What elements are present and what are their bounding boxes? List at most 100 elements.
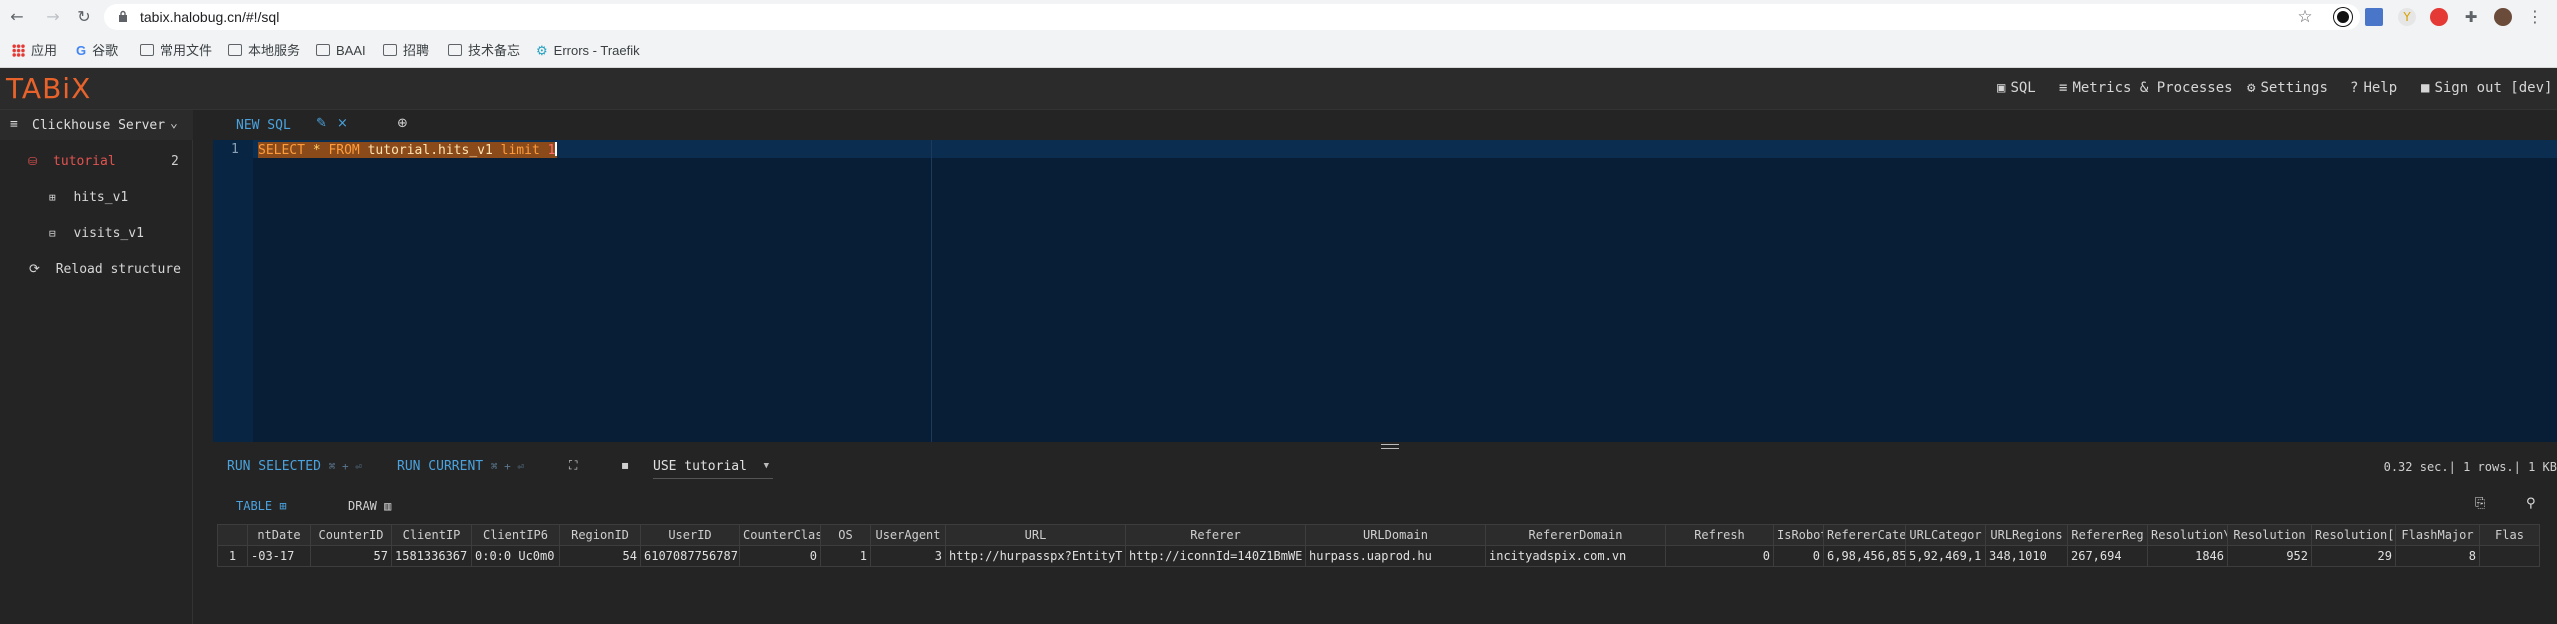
reload-structure[interactable]: ⟳ Reload structure <box>29 262 181 277</box>
table-row[interactable]: 1 -03-17 57 1581336367 0:0:0 Uc0m0 54 61070877… <box>217 545 2540 567</box>
active-line <box>253 140 2557 158</box>
database-select[interactable]: USE tutorial ▼ <box>653 455 773 479</box>
table-cell[interactable]: 54 <box>559 545 641 567</box>
back-icon[interactable]: ← <box>8 8 26 26</box>
pin-icon[interactable]: ⚲ <box>2526 496 2536 511</box>
column-header[interactable] <box>217 524 248 546</box>
column-header[interactable]: Refresh <box>1665 524 1774 546</box>
collapsing-table-icon: ⊟ <box>49 227 56 240</box>
table-cell[interactable]: http://hurpasspx?EntityT <box>945 545 1126 567</box>
menu-signout[interactable]: ■ Sign out [dev] <box>2421 80 2552 96</box>
bookmark-star-icon[interactable]: ☆ <box>2296 8 2314 26</box>
column-header[interactable]: RegionID <box>559 524 641 546</box>
table-cell[interactable]: 267,694 <box>2067 545 2148 567</box>
server-selector[interactable]: ≡ Clickhouse Server ⌄ <box>0 110 193 140</box>
column-header[interactable]: ntDate <box>247 524 311 546</box>
table-cell[interactable]: hurpass.uaprod.hu <box>1305 545 1486 567</box>
table-cell[interactable]: incityadspix.com.vn <box>1485 545 1666 567</box>
table-cell[interactable]: 1 <box>217 545 248 567</box>
column-header[interactable]: Resolution\ <box>2147 524 2228 546</box>
column-header[interactable]: FlashMajor <box>2395 524 2480 546</box>
profile-avatar[interactable] <box>2494 8 2512 26</box>
table-cell[interactable]: 0 <box>1665 545 1774 567</box>
bookmark-folder-local[interactable]: 本地服务 <box>228 42 300 60</box>
table-cell[interactable]: 6107087756787 <box>640 545 740 567</box>
forward-icon[interactable]: → <box>44 8 62 26</box>
bookmark-traefik[interactable]: ⚙ Errors - Traefik <box>536 42 640 60</box>
result-grid[interactable]: ntDate CounterID ClientIP ClientIP6 RegionID… <box>217 524 2557 572</box>
run-selected-button[interactable]: RUN SELECTED ⌘ + ⏎ <box>227 459 362 474</box>
column-header[interactable]: RefererDomain <box>1485 524 1666 546</box>
export-icon[interactable]: ⎘ <box>2475 496 2485 511</box>
bookmark-folder-jobs[interactable]: 招聘 <box>383 42 429 60</box>
column-header[interactable]: UserAgent <box>870 524 946 546</box>
bookmark-folder-baai[interactable]: BAAI <box>316 42 366 60</box>
table-cell[interactable]: 8 <box>2395 545 2480 567</box>
column-header[interactable]: OS <box>820 524 871 546</box>
bookmark-apps[interactable]: 应用 <box>12 42 57 60</box>
column-header[interactable]: URL <box>945 524 1126 546</box>
extension-record-icon[interactable] <box>2430 8 2448 26</box>
column-header[interactable]: UserID <box>640 524 740 546</box>
sidebar-db-tutorial[interactable]: ⛁ tutorial 2 <box>28 154 179 169</box>
bookmark-folder-files[interactable]: 常用文件 <box>140 42 212 60</box>
tab-table[interactable]: TABLE ⊞ <box>236 499 287 513</box>
browser-menu-icon[interactable]: ⋮ <box>2526 8 2544 26</box>
pencil-icon[interactable]: ✎ <box>316 116 327 131</box>
run-current-button[interactable]: RUN CURRENT ⌘ + ⏎ <box>397 459 524 474</box>
column-header[interactable]: RefererCate <box>1823 524 1906 546</box>
table-cell[interactable]: 348,1010 <box>1985 545 2068 567</box>
column-header[interactable]: Resolution[ <box>2311 524 2396 546</box>
column-header[interactable]: CounterID <box>310 524 392 546</box>
puzzle-icon[interactable]: ✚ <box>2462 8 2480 26</box>
column-header[interactable]: URLCategor <box>1905 524 1986 546</box>
column-header[interactable]: ClientIP6 <box>471 524 560 546</box>
tab-draw[interactable]: DRAW ▥ <box>348 499 391 513</box>
sidebar-table-hits[interactable]: ⊞ hits_v1 <box>49 190 128 205</box>
menu-metrics[interactable]: ≡ Metrics & Processes <box>2059 80 2233 96</box>
table-cell[interactable]: -03-17 <box>247 545 311 567</box>
table-cell[interactable]: 6,98,456,85 <box>1823 545 1906 567</box>
table-cell[interactable]: http://iconnId=140Z1BmWE <box>1125 545 1306 567</box>
table-cell[interactable]: 3 <box>870 545 946 567</box>
table-cell[interactable]: 952 <box>2227 545 2312 567</box>
table-cell[interactable]: 1581336367 <box>391 545 472 567</box>
reload-icon[interactable]: ↻ <box>75 8 93 26</box>
fullscreen-icon[interactable]: ⛶ <box>569 458 577 473</box>
add-tab-icon[interactable]: ⊕ <box>397 116 408 131</box>
table-cell[interactable]: 0 <box>739 545 821 567</box>
sql-code[interactable]: SELECT * FROM tutorial.hits_v1 limit 1 <box>258 142 558 158</box>
table-cell[interactable]: 29 <box>2311 545 2396 567</box>
menu-settings[interactable]: ⚙ Settings <box>2247 80 2328 96</box>
table-cell[interactable]: 57 <box>310 545 392 567</box>
column-header[interactable]: URLRegions <box>1985 524 2068 546</box>
menu-sql[interactable]: ▣ SQL <box>1997 80 2036 96</box>
table-cell[interactable]: 0:0:0 Uc0m0 <box>471 545 560 567</box>
bookmark-folder-tech[interactable]: 技术备忘 <box>448 42 520 60</box>
extension-y-icon[interactable]: Y <box>2398 8 2416 26</box>
sql-editor[interactable]: 1 SELECT * FROM tutorial.hits_v1 limit 1 <box>213 140 2557 442</box>
table-cell[interactable]: 1846 <box>2147 545 2228 567</box>
table-cell[interactable]: 5,92,469,1 <box>1905 545 1986 567</box>
column-header[interactable]: IsRobot <box>1773 524 1824 546</box>
table-cell[interactable]: 1 <box>820 545 871 567</box>
column-header[interactable]: Referer <box>1125 524 1306 546</box>
column-header[interactable]: RefererReg <box>2067 524 2148 546</box>
table-cell[interactable]: 0 <box>1773 545 1824 567</box>
sidebar-table-visits[interactable]: ⊟ visits_v1 <box>49 226 144 241</box>
column-header[interactable]: Flas <box>2479 524 2540 546</box>
column-header[interactable]: URLDomain <box>1305 524 1486 546</box>
address-bar[interactable]: tabix.halobug.cn/#!/sql <box>104 4 2360 30</box>
column-header[interactable]: CounterClas <box>739 524 821 546</box>
column-header[interactable]: Resolution <box>2227 524 2312 546</box>
extension-grid-icon[interactable] <box>2365 8 2383 26</box>
menu-help[interactable]: ? Help <box>2350 80 2397 96</box>
editor-resize-handle[interactable] <box>213 442 2557 452</box>
save-icon[interactable]: ▪ <box>621 458 629 472</box>
extension-icon[interactable] <box>2334 8 2352 26</box>
bookmark-google[interactable]: G 谷歌 <box>76 42 118 60</box>
tab-new-sql[interactable]: NEW SQL <box>236 118 291 133</box>
close-tab-icon[interactable]: × <box>337 116 348 131</box>
table-cell[interactable] <box>2479 545 2540 567</box>
column-header[interactable]: ClientIP <box>391 524 472 546</box>
